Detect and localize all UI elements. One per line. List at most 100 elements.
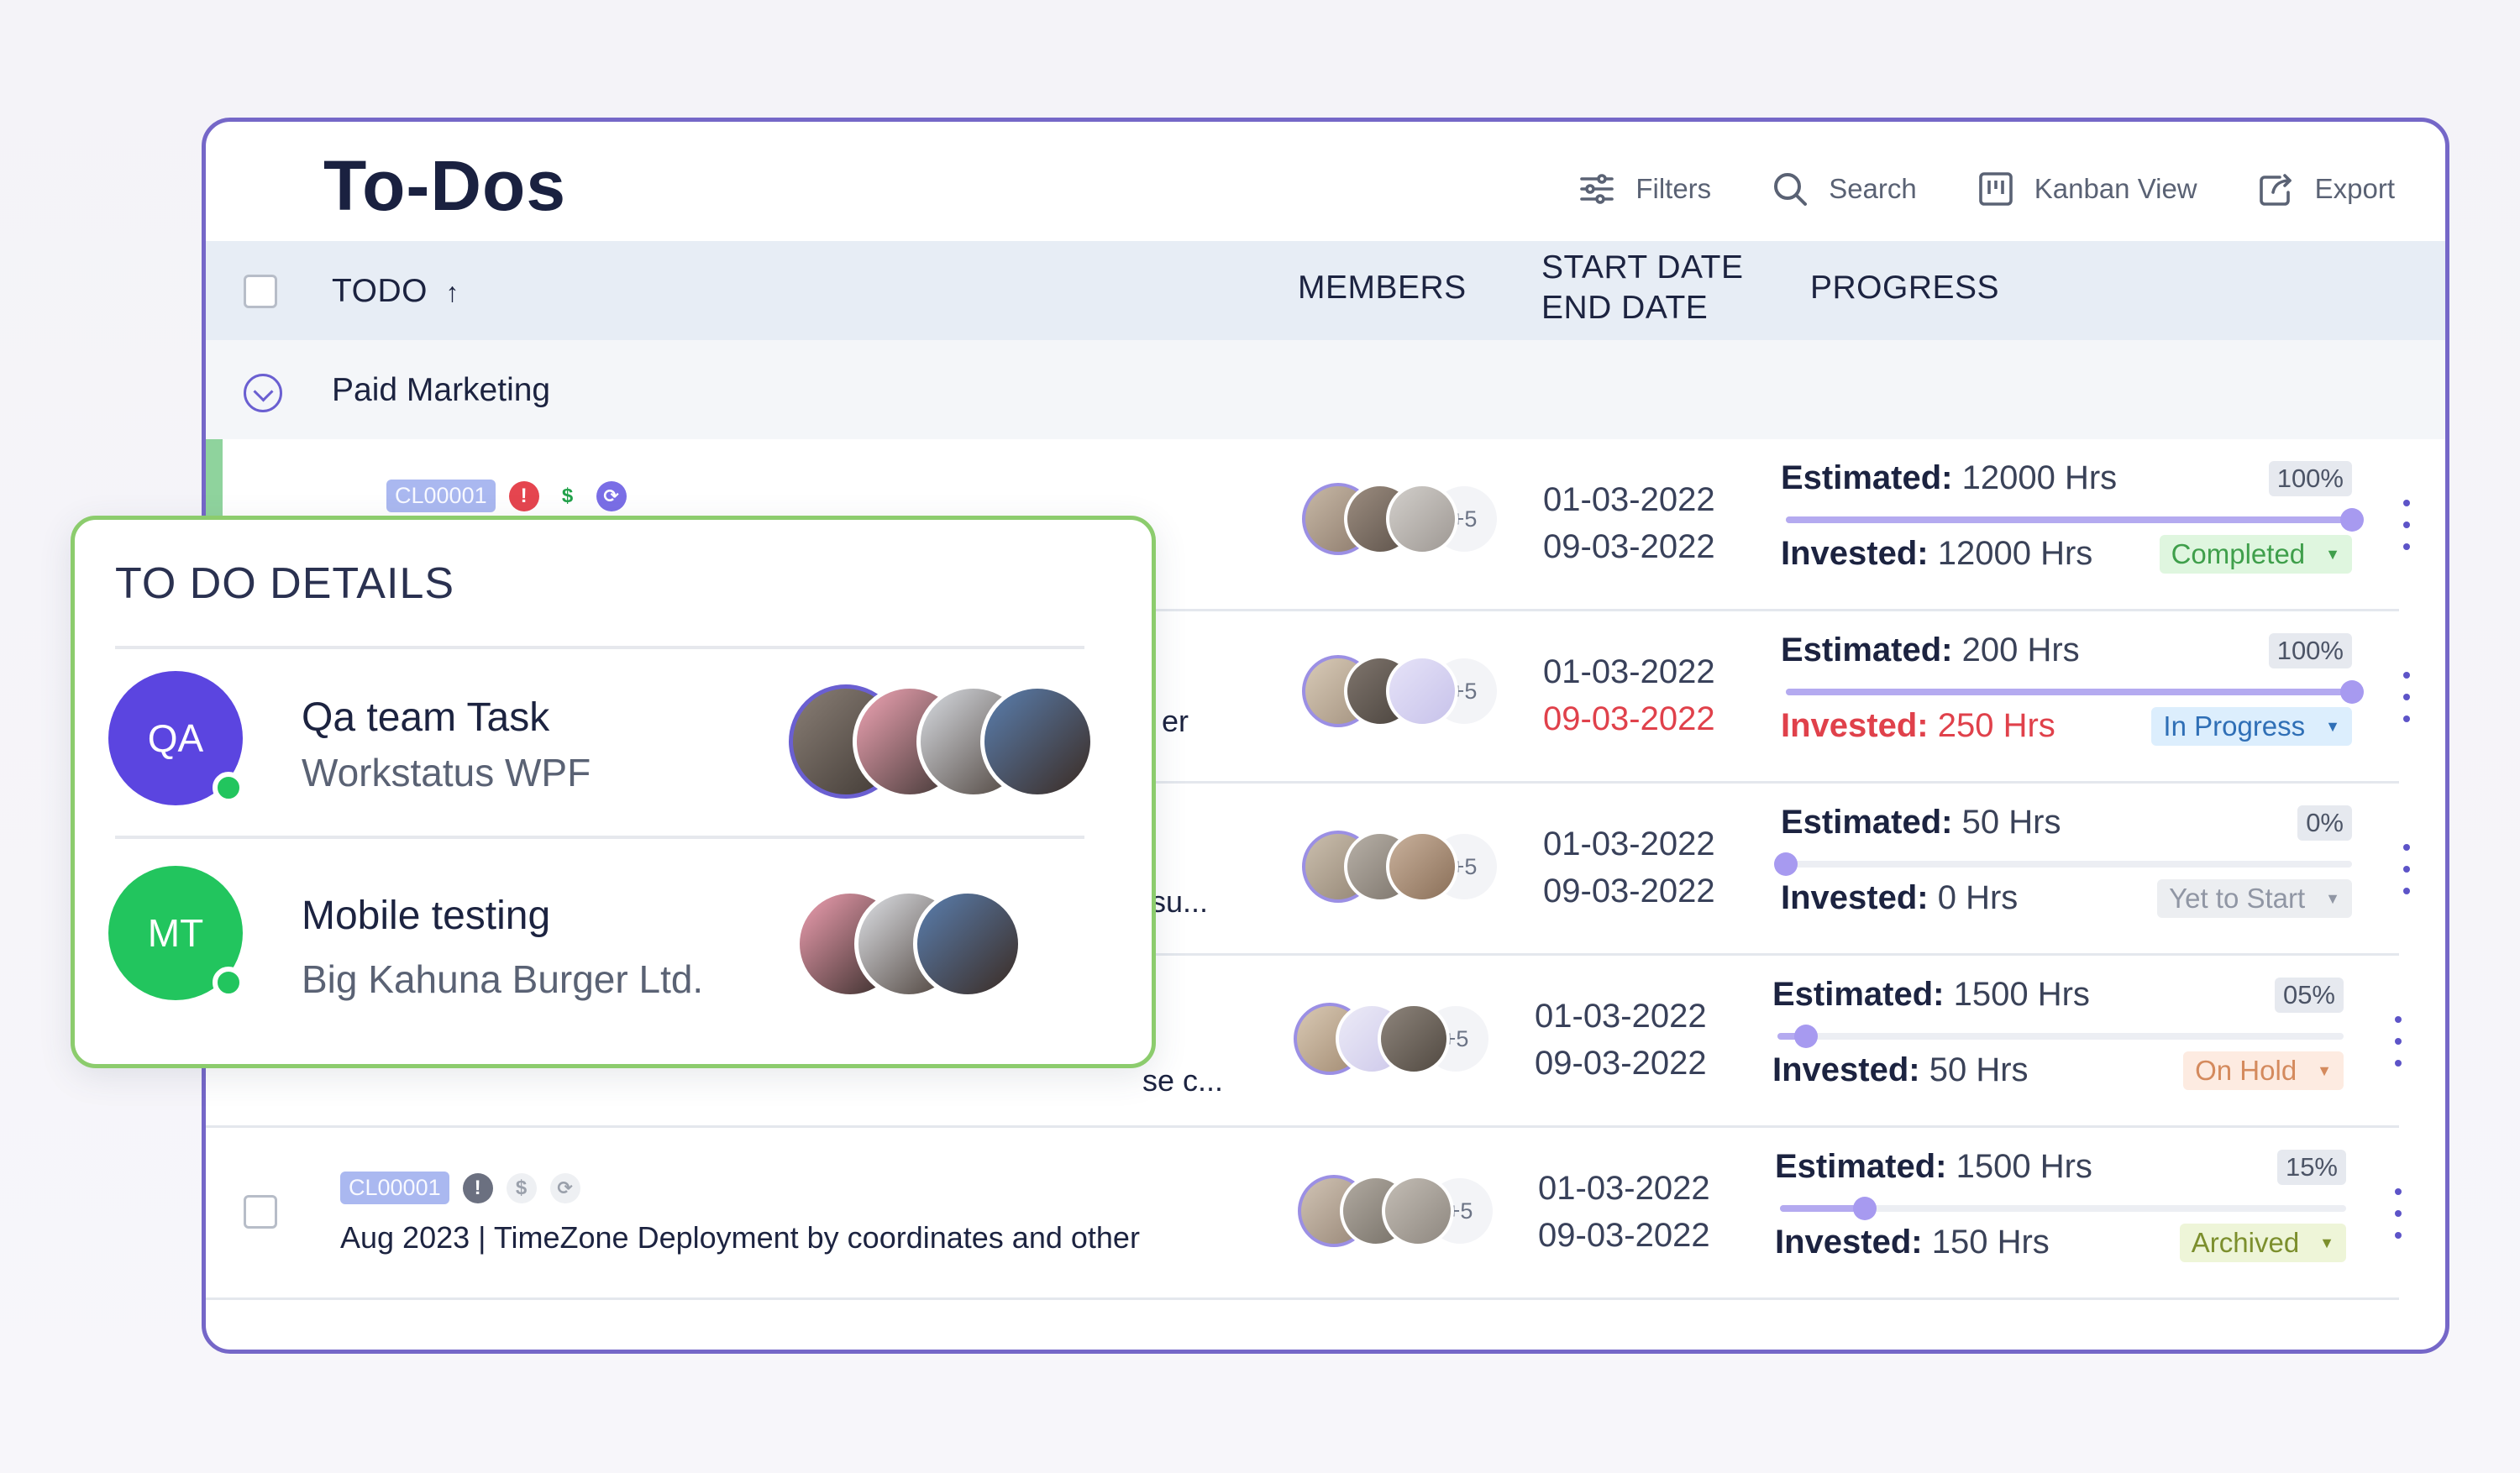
progress-knob[interactable] (2340, 680, 2364, 704)
dates: 01-03-2022 09-03-2022 (1543, 820, 1715, 915)
status-dropdown[interactable]: Yet to Start ▼ (2157, 879, 2352, 918)
end-date: 09-03-2022 (1543, 528, 1715, 565)
code-tag: CL00001 (386, 480, 496, 512)
invested-label: Invested: (1772, 1051, 1920, 1088)
col-end-date: END DATE (1541, 290, 1709, 326)
progress-track (1774, 852, 2352, 876)
invested-value: 250 Hrs (1937, 707, 2055, 744)
more-vertical-icon[interactable] (2398, 500, 2415, 550)
status-dropdown[interactable]: Archived ▼ (2179, 1224, 2346, 1262)
invested-label: Invested: (1781, 535, 1929, 572)
filters-button[interactable]: Filters (1577, 169, 1711, 209)
todo-text: su... (1151, 884, 1209, 919)
more-vertical-icon[interactable] (2398, 844, 2415, 894)
more-vertical-icon[interactable] (2398, 672, 2415, 722)
popup-title: TO DO DETAILS (115, 559, 455, 608)
avatar-initials: MT (147, 911, 204, 955)
search-button[interactable]: Search (1770, 169, 1917, 209)
online-status-icon (213, 967, 244, 999)
row-tags: CL00001 ! $ ⟳ (340, 1172, 580, 1204)
estimated-label: Estimated: (1781, 459, 1953, 496)
progress-fill (1780, 1205, 1866, 1212)
caret-down-icon: ▼ (2325, 717, 2340, 735)
dates: 01-03-2022 09-03-2022 (1543, 648, 1715, 742)
progress-fill (1786, 689, 2352, 695)
estimated-label: Estimated: (1772, 976, 1945, 1013)
estimated: Estimated: 200 Hrs (1781, 632, 2080, 669)
start-date: 01-03-2022 (1538, 1170, 1710, 1207)
todo-text: er (1162, 704, 1189, 738)
status-label: Yet to Start (2169, 883, 2306, 914)
avatar (1386, 655, 1458, 727)
progress-knob[interactable] (1774, 852, 1798, 876)
task-name[interactable]: Mobile testing (302, 893, 550, 939)
col-todo-label: TODO (332, 273, 428, 309)
filters-label: Filters (1635, 173, 1712, 204)
kanban-icon (1978, 172, 2013, 206)
dates: 01-03-2022 09-03-2022 (1538, 1165, 1710, 1259)
avatar (1382, 1175, 1454, 1247)
progress-cell: Estimated: 1500 Hrs 05% Invested: 50 Hrs… (1772, 956, 2352, 1107)
percent-badge: 05% (2274, 978, 2344, 1013)
estimated-value: 12000 Hrs (1961, 459, 2118, 496)
export-button[interactable]: Export (2256, 169, 2395, 209)
col-members: MEMBERS (1298, 270, 1467, 306)
invested-value: 150 Hrs (1931, 1224, 2050, 1261)
caret-down-icon: ▼ (2317, 1062, 2332, 1079)
invested: Invested: 50 Hrs (1772, 1051, 2029, 1089)
more-vertical-icon[interactable] (2390, 1188, 2407, 1239)
avatar (1378, 1003, 1450, 1075)
invested-label: Invested: (1781, 707, 1929, 744)
members-stack[interactable] (795, 889, 1022, 999)
sync-icon: ⟳ (549, 1172, 580, 1203)
dates: 01-03-2022 09-03-2022 (1535, 993, 1707, 1087)
status-dropdown[interactable]: On Hold ▼ (2183, 1051, 2344, 1090)
members-stack[interactable]: +5 (1294, 1003, 1492, 1075)
estimated-label: Estimated: (1775, 1148, 1947, 1185)
status-dropdown[interactable]: In Progress ▼ (2151, 707, 2352, 746)
start-date: 01-03-2022 (1535, 998, 1707, 1035)
kanban-view-button[interactable]: Kanban View (1976, 169, 2197, 209)
estimated: Estimated: 1500 Hrs (1772, 976, 2090, 1014)
table-row: CL00001 ! $ ⟳ Aug 2023 | TimeZone Deploy… (206, 1128, 2445, 1300)
divider (206, 1297, 2399, 1300)
task-name[interactable]: Qa team Task (302, 695, 549, 741)
progress-track (1786, 680, 2364, 704)
table-header: TODO ↑ MEMBERS START DATE END DATE PROGR… (206, 241, 2445, 340)
invested: Invested: 150 Hrs (1775, 1224, 2050, 1261)
progress-cell: Estimated: 12000 Hrs 100% Invested: 1200… (1781, 439, 2364, 590)
progress-cell: Estimated: 1500 Hrs 15% Invested: 150 Hr… (1775, 1128, 2355, 1279)
more-vertical-icon[interactable] (2390, 1016, 2407, 1067)
avatar (1386, 831, 1458, 903)
todo-text: se c... (1142, 1063, 1224, 1098)
export-icon (2259, 174, 2292, 206)
select-all-checkbox[interactable] (244, 275, 277, 308)
members-stack[interactable]: +5 (1302, 483, 1500, 555)
end-date: 09-03-2022 (1543, 700, 1715, 737)
row-checkbox[interactable] (244, 1195, 277, 1229)
members-stack[interactable]: +5 (1298, 1175, 1496, 1247)
dates: 01-03-2022 09-03-2022 (1543, 476, 1715, 570)
avatar (980, 684, 1095, 799)
col-todo[interactable]: TODO ↑ (332, 273, 459, 310)
row-tags: CL00001 ! $ ⟳ (386, 480, 627, 512)
avatar (913, 889, 1022, 999)
start-date: 01-03-2022 (1543, 481, 1715, 518)
group-row: Paid Marketing (206, 340, 2445, 439)
progress-knob[interactable] (1853, 1197, 1877, 1220)
status-label: Completed (2171, 538, 2306, 569)
status-dropdown[interactable]: Completed ▼ (2159, 535, 2352, 574)
members-stack[interactable]: +5 (1302, 655, 1500, 727)
percent-badge: 100% (2268, 461, 2352, 496)
sort-arrow-icon: ↑ (445, 277, 459, 307)
invested: Invested: 12000 Hrs (1781, 535, 2092, 573)
percent-badge: 0% (2297, 805, 2352, 841)
todo-text[interactable]: Aug 2023 | TimeZone Deployment by coordi… (340, 1220, 1140, 1255)
members-stack[interactable]: +5 (1302, 831, 1500, 903)
chevron-down-icon[interactable] (244, 374, 282, 412)
estimated: Estimated: 12000 Hrs (1781, 459, 2117, 497)
members-stack[interactable] (789, 684, 1095, 799)
progress-knob[interactable] (1793, 1025, 1818, 1048)
avatar (1386, 483, 1458, 555)
progress-knob[interactable] (2340, 508, 2364, 532)
